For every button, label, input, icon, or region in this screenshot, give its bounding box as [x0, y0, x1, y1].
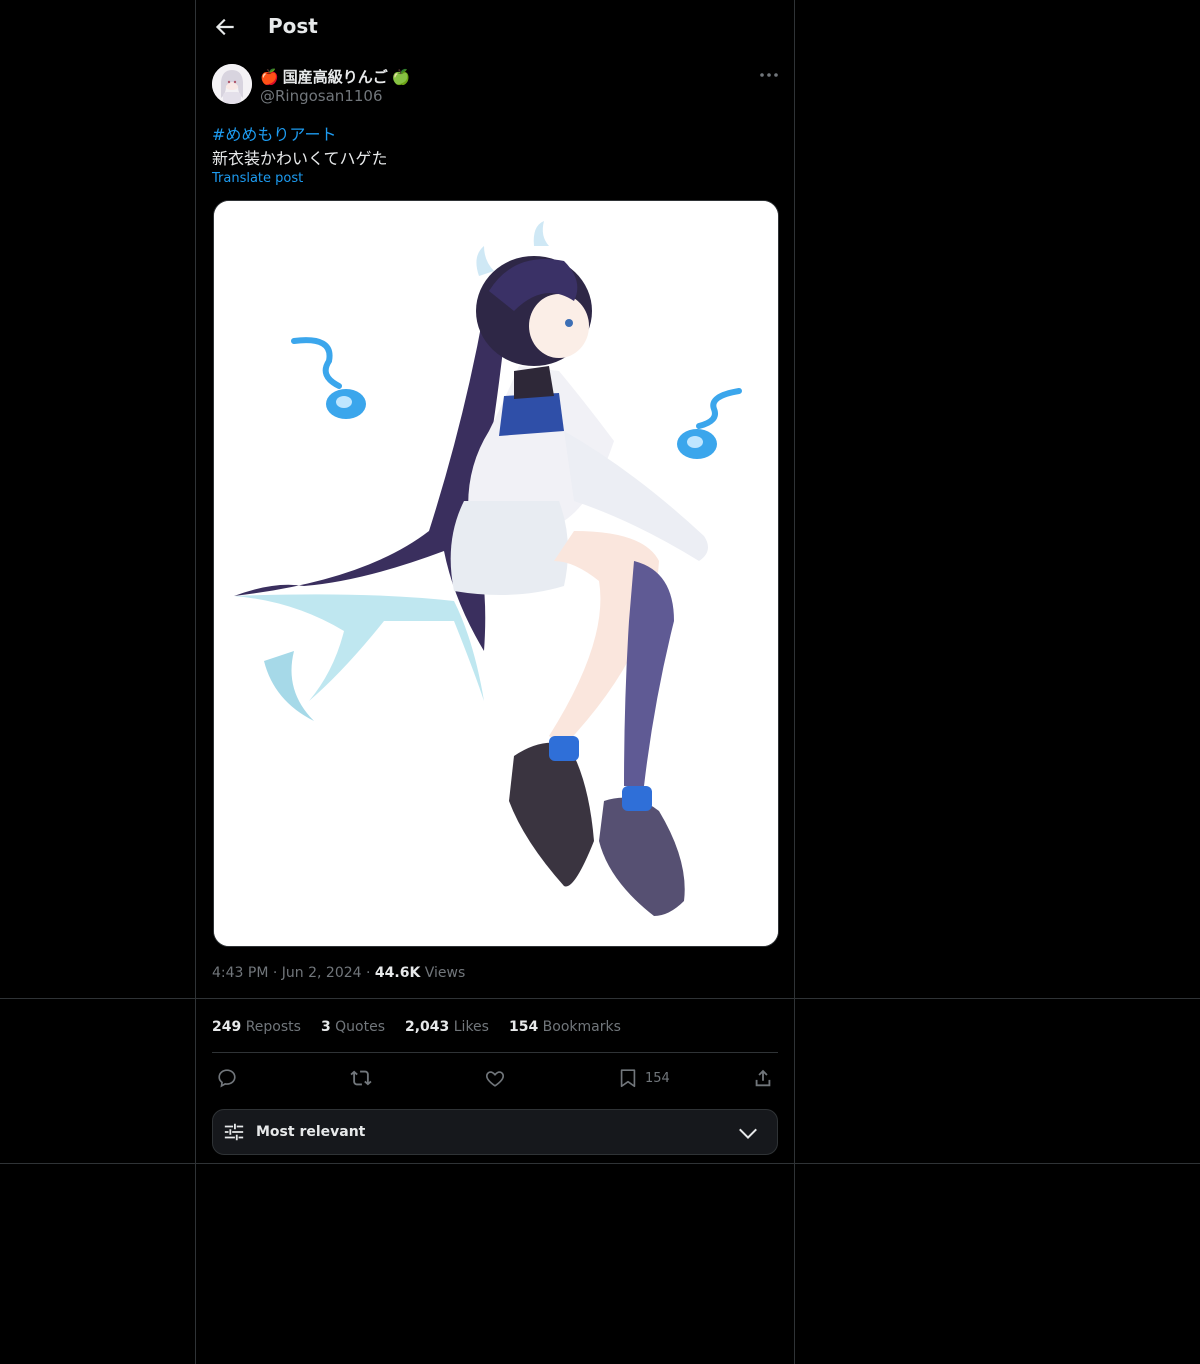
reply-button[interactable]	[216, 1066, 238, 1090]
author-handle[interactable]: @Ringosan1106	[260, 87, 382, 105]
hashtag-link[interactable]: #めめもりアート	[212, 121, 336, 145]
sort-label: Most relevant	[256, 1124, 366, 1140]
apple-red-emoji: 🍎	[260, 67, 279, 86]
bookmark-button[interactable]: 154	[617, 1066, 670, 1090]
post-time[interactable]: 4:43 PM	[212, 965, 268, 981]
reposts-label: Reposts	[245, 1019, 301, 1035]
engagement-stats: 249 Reposts 3 Quotes 2,043 Likes 154 Boo…	[212, 1019, 621, 1035]
chevron-down-icon	[739, 1128, 757, 1140]
post-meta: 4:43 PM · Jun 2, 2024 · 44.6K Views	[212, 965, 466, 981]
post-text: 新衣装かわいくてハゲた	[212, 149, 388, 168]
sort-replies-dropdown[interactable]: Most relevant	[212, 1109, 778, 1155]
post-date[interactable]: Jun 2, 2024	[282, 965, 362, 981]
bookmark-count: 154	[645, 1070, 670, 1086]
avatar[interactable]	[212, 64, 252, 104]
bookmarks-count: 154	[508, 1019, 539, 1035]
action-bar: 154	[212, 1066, 778, 1090]
quotes-label: Quotes	[335, 1019, 385, 1035]
divider-line	[212, 1052, 778, 1053]
repost-icon	[350, 1070, 372, 1086]
page-header: Post	[196, 0, 794, 54]
repost-button[interactable]	[350, 1066, 372, 1090]
back-arrow-icon[interactable]	[212, 14, 238, 40]
author-display-name: 国産高級りんご	[282, 68, 388, 86]
share-icon	[755, 1069, 771, 1087]
more-icon[interactable]	[758, 66, 780, 84]
bookmarks-stat[interactable]: 154 Bookmarks	[509, 1019, 621, 1035]
apple-green-emoji: 🍏	[391, 67, 411, 86]
sliders-icon	[224, 1123, 244, 1141]
quotes-stat[interactable]: 3 Quotes	[321, 1019, 385, 1035]
post-image[interactable]	[213, 200, 779, 947]
share-button[interactable]	[752, 1066, 774, 1090]
author-name[interactable]: 🍎 国産高級りんご 🍏	[260, 66, 410, 87]
translate-link[interactable]: Translate post	[212, 171, 303, 186]
views-count: 44.6K	[374, 965, 421, 981]
page-title: Post	[268, 14, 318, 38]
likes-label: Likes	[453, 1019, 489, 1035]
reposts-stat[interactable]: 249 Reposts	[212, 1019, 301, 1035]
reposts-count: 249	[212, 1019, 242, 1035]
like-icon	[485, 1071, 505, 1087]
bookmark-icon	[620, 1069, 636, 1088]
quotes-count: 3	[320, 1019, 331, 1035]
like-button[interactable]	[484, 1066, 506, 1090]
views-label: Views	[424, 965, 466, 981]
likes-stat[interactable]: 2,043 Likes	[405, 1019, 489, 1035]
bookmarks-label: Bookmarks	[542, 1019, 621, 1035]
likes-count: 2,043	[405, 1019, 450, 1035]
main-column: Post 🍎 国産高級りんご 🍏 @Ringosan1106 #めめもりアート …	[195, 0, 795, 1364]
reply-icon	[218, 1069, 236, 1088]
